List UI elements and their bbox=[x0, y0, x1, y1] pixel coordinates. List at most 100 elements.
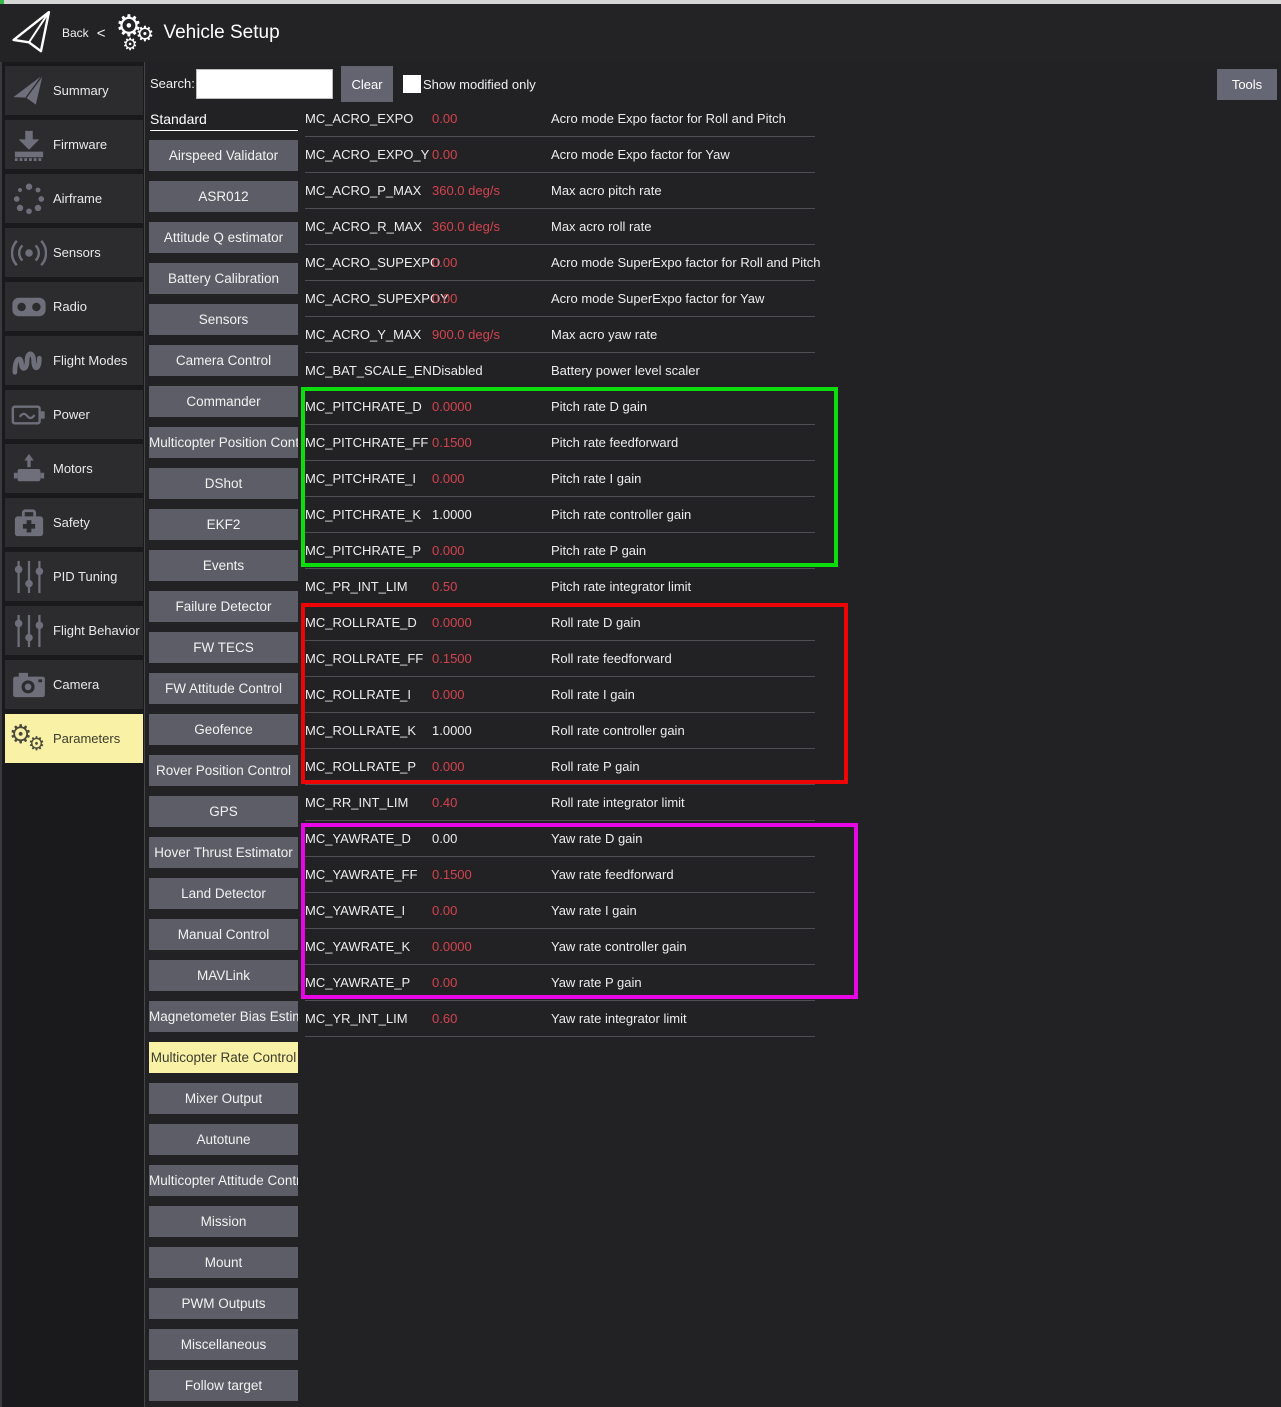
category-mission[interactable]: Mission bbox=[149, 1206, 298, 1237]
category-mixer-output[interactable]: Mixer Output bbox=[149, 1083, 298, 1114]
parameter-value: 0.0000 bbox=[432, 615, 551, 630]
parameter-row[interactable]: MC_ACRO_SUPEXPO0.00Acro mode SuperExpo f… bbox=[305, 245, 815, 281]
sidebar-item-sensors[interactable]: Sensors bbox=[5, 228, 143, 277]
sidebar-item-flight-behavior[interactable]: Flight Behavior bbox=[5, 606, 143, 655]
category-magnetometer-bias-estimator[interactable]: Magnetometer Bias Estimator bbox=[149, 1001, 298, 1032]
category-camera-control[interactable]: Camera Control bbox=[149, 345, 298, 376]
parameter-row[interactable]: MC_ROLLRATE_FF0.1500Roll rate feedforwar… bbox=[305, 641, 815, 677]
sidebar-item-safety[interactable]: Safety bbox=[5, 498, 143, 547]
parameter-row[interactable]: MC_ACRO_R_MAX360.0 deg/sMax acro roll ra… bbox=[305, 209, 815, 245]
category-sensors[interactable]: Sensors bbox=[149, 304, 298, 335]
parameter-row[interactable]: MC_ACRO_P_MAX360.0 deg/sMax acro pitch r… bbox=[305, 173, 815, 209]
parameter-row[interactable]: MC_ACRO_EXPO0.00Acro mode Expo factor fo… bbox=[305, 101, 815, 137]
parameter-value: 0.00 bbox=[432, 903, 551, 918]
parameter-name: MC_ACRO_EXPO_Y bbox=[305, 147, 432, 162]
sidebar-item-label: Motors bbox=[53, 461, 93, 476]
category-commander[interactable]: Commander bbox=[149, 386, 298, 417]
parameter-row[interactable]: MC_PITCHRATE_D0.0000Pitch rate D gain bbox=[305, 389, 815, 425]
parameter-row[interactable]: MC_ROLLRATE_K1.0000Roll rate controller … bbox=[305, 713, 815, 749]
category-pwm-outputs[interactable]: PWM Outputs bbox=[149, 1288, 298, 1319]
parameter-row[interactable]: MC_ACRO_Y_MAX900.0 deg/sMax acro yaw rat… bbox=[305, 317, 815, 353]
category-ekf2[interactable]: EKF2 bbox=[149, 509, 298, 540]
category-dshot[interactable]: DShot bbox=[149, 468, 298, 499]
parameter-value: 0.00 bbox=[432, 831, 551, 846]
sidebar-item-summary[interactable]: Summary bbox=[5, 66, 143, 115]
category-mount[interactable]: Mount bbox=[149, 1247, 298, 1278]
motor-icon bbox=[5, 452, 53, 486]
category-asr012[interactable]: ASR012 bbox=[149, 181, 298, 212]
parameter-row[interactable]: MC_ROLLRATE_I0.000Roll rate I gain bbox=[305, 677, 815, 713]
breadcrumb-separator: < bbox=[97, 25, 106, 42]
sidebar-item-power[interactable]: Power bbox=[5, 390, 143, 439]
parameter-row[interactable]: MC_PITCHRATE_P0.000Pitch rate P gain bbox=[305, 533, 815, 569]
parameter-row[interactable]: MC_PR_INT_LIM0.50Pitch rate integrator l… bbox=[305, 569, 815, 605]
parameter-row[interactable]: MC_ROLLRATE_P0.000Roll rate P gain bbox=[305, 749, 815, 785]
parameter-row[interactable]: MC_YR_INT_LIM0.60Yaw rate integrator lim… bbox=[305, 1001, 815, 1037]
sidebar-item-camera[interactable]: Camera bbox=[5, 660, 143, 709]
category-mavlink[interactable]: MAVLink bbox=[149, 960, 298, 991]
category-attitude-q-estimator[interactable]: Attitude Q estimator bbox=[149, 222, 298, 253]
category-fw-tecs[interactable]: FW TECS bbox=[149, 632, 298, 663]
sidebar-item-label: Radio bbox=[53, 299, 87, 314]
show-modified-checkbox[interactable] bbox=[403, 75, 421, 93]
category-multicopter-position-control[interactable]: Multicopter Position Control bbox=[149, 427, 298, 458]
sidebar-item-flight-modes[interactable]: Flight Modes bbox=[5, 336, 143, 385]
category-miscellaneous[interactable]: Miscellaneous bbox=[149, 1329, 298, 1360]
category-events[interactable]: Events bbox=[149, 550, 298, 581]
category-land-detector[interactable]: Land Detector bbox=[149, 878, 298, 909]
parameter-description: Max acro yaw rate bbox=[551, 327, 657, 342]
parameter-row[interactable]: MC_ROLLRATE_D0.0000Roll rate D gain bbox=[305, 605, 815, 641]
parameter-row[interactable]: MC_YAWRATE_FF0.1500Yaw rate feedforward bbox=[305, 857, 815, 893]
parameter-value: 0.000 bbox=[432, 687, 551, 702]
parameter-name: MC_ACRO_EXPO bbox=[305, 111, 432, 126]
parameter-row[interactable]: MC_RR_INT_LIM0.40Roll rate integrator li… bbox=[305, 785, 815, 821]
parameter-name: MC_YAWRATE_FF bbox=[305, 867, 432, 882]
category-rover-position-control[interactable]: Rover Position Control bbox=[149, 755, 298, 786]
category-battery-calibration[interactable]: Battery Calibration bbox=[149, 263, 298, 294]
parameter-description: Roll rate D gain bbox=[551, 615, 641, 630]
parameter-row[interactable]: MC_PITCHRATE_I0.000Pitch rate I gain bbox=[305, 461, 815, 497]
first-aid-kit-icon bbox=[5, 507, 53, 539]
category-airspeed-validator[interactable]: Airspeed Validator bbox=[149, 140, 298, 171]
parameter-description: Pitch rate I gain bbox=[551, 471, 641, 486]
parameter-row[interactable]: MC_PITCHRATE_K1.0000Pitch rate controlle… bbox=[305, 497, 815, 533]
parameter-value: 0.1500 bbox=[432, 867, 551, 882]
search-label: Search: bbox=[150, 76, 195, 91]
back-button[interactable]: Back bbox=[62, 26, 89, 40]
parameter-row[interactable]: MC_BAT_SCALE_ENDisabledBattery power lev… bbox=[305, 353, 815, 389]
category-autotune[interactable]: Autotune bbox=[149, 1124, 298, 1155]
category-geofence[interactable]: Geofence bbox=[149, 714, 298, 745]
category-manual-control[interactable]: Manual Control bbox=[149, 919, 298, 950]
category-gps[interactable]: GPS bbox=[149, 796, 298, 827]
parameter-row[interactable]: MC_YAWRATE_K0.0000Yaw rate controller ga… bbox=[305, 929, 815, 965]
sidebar-item-pid-tuning[interactable]: PID Tuning bbox=[5, 552, 143, 601]
parameter-row[interactable]: MC_ACRO_EXPO_Y0.00Acro mode Expo factor … bbox=[305, 137, 815, 173]
category-multicopter-rate-control[interactable]: Multicopter Rate Control bbox=[149, 1042, 298, 1073]
sidebar-item-parameters[interactable]: ⚙⚙Parameters bbox=[5, 714, 143, 763]
parameter-value: 0.000 bbox=[432, 759, 551, 774]
parameter-name: MC_PITCHRATE_P bbox=[305, 543, 432, 558]
parameter-row[interactable]: MC_YAWRATE_I0.00Yaw rate I gain bbox=[305, 893, 815, 929]
parameter-row[interactable]: MC_PITCHRATE_FF0.1500Pitch rate feedforw… bbox=[305, 425, 815, 461]
page-title: Vehicle Setup bbox=[163, 22, 279, 44]
parameter-list: MC_ACRO_EXPO0.00Acro mode Expo factor fo… bbox=[305, 101, 815, 1037]
category-follow-target[interactable]: Follow target bbox=[149, 1370, 298, 1401]
parameter-description: Pitch rate D gain bbox=[551, 399, 647, 414]
clear-button[interactable]: Clear bbox=[341, 66, 393, 102]
sidebar-item-motors[interactable]: Motors bbox=[5, 444, 143, 493]
sidebar-item-label: Power bbox=[53, 407, 90, 422]
parameter-row[interactable]: MC_ACRO_SUPEXPOY0.00Acro mode SuperExpo … bbox=[305, 281, 815, 317]
sidebar-item-airframe[interactable]: Airframe bbox=[5, 174, 143, 223]
sidebar-item-label: Camera bbox=[53, 677, 99, 692]
category-hover-thrust-estimator[interactable]: Hover Thrust Estimator bbox=[149, 837, 298, 868]
category-failure-detector[interactable]: Failure Detector bbox=[149, 591, 298, 622]
parameter-row[interactable]: MC_YAWRATE_P0.00Yaw rate P gain bbox=[305, 965, 815, 1001]
search-input[interactable] bbox=[196, 69, 333, 99]
category-multicopter-attitude-control[interactable]: Multicopter Attitude Control bbox=[149, 1165, 298, 1196]
sidebar-item-firmware[interactable]: Firmware bbox=[5, 120, 143, 169]
airframe-dots-icon bbox=[5, 182, 53, 216]
sidebar-item-radio[interactable]: Radio bbox=[5, 282, 143, 331]
parameter-row[interactable]: MC_YAWRATE_D0.00Yaw rate D gain bbox=[305, 821, 815, 857]
tools-button[interactable]: Tools bbox=[1217, 69, 1277, 100]
category-fw-attitude-control[interactable]: FW Attitude Control bbox=[149, 673, 298, 704]
